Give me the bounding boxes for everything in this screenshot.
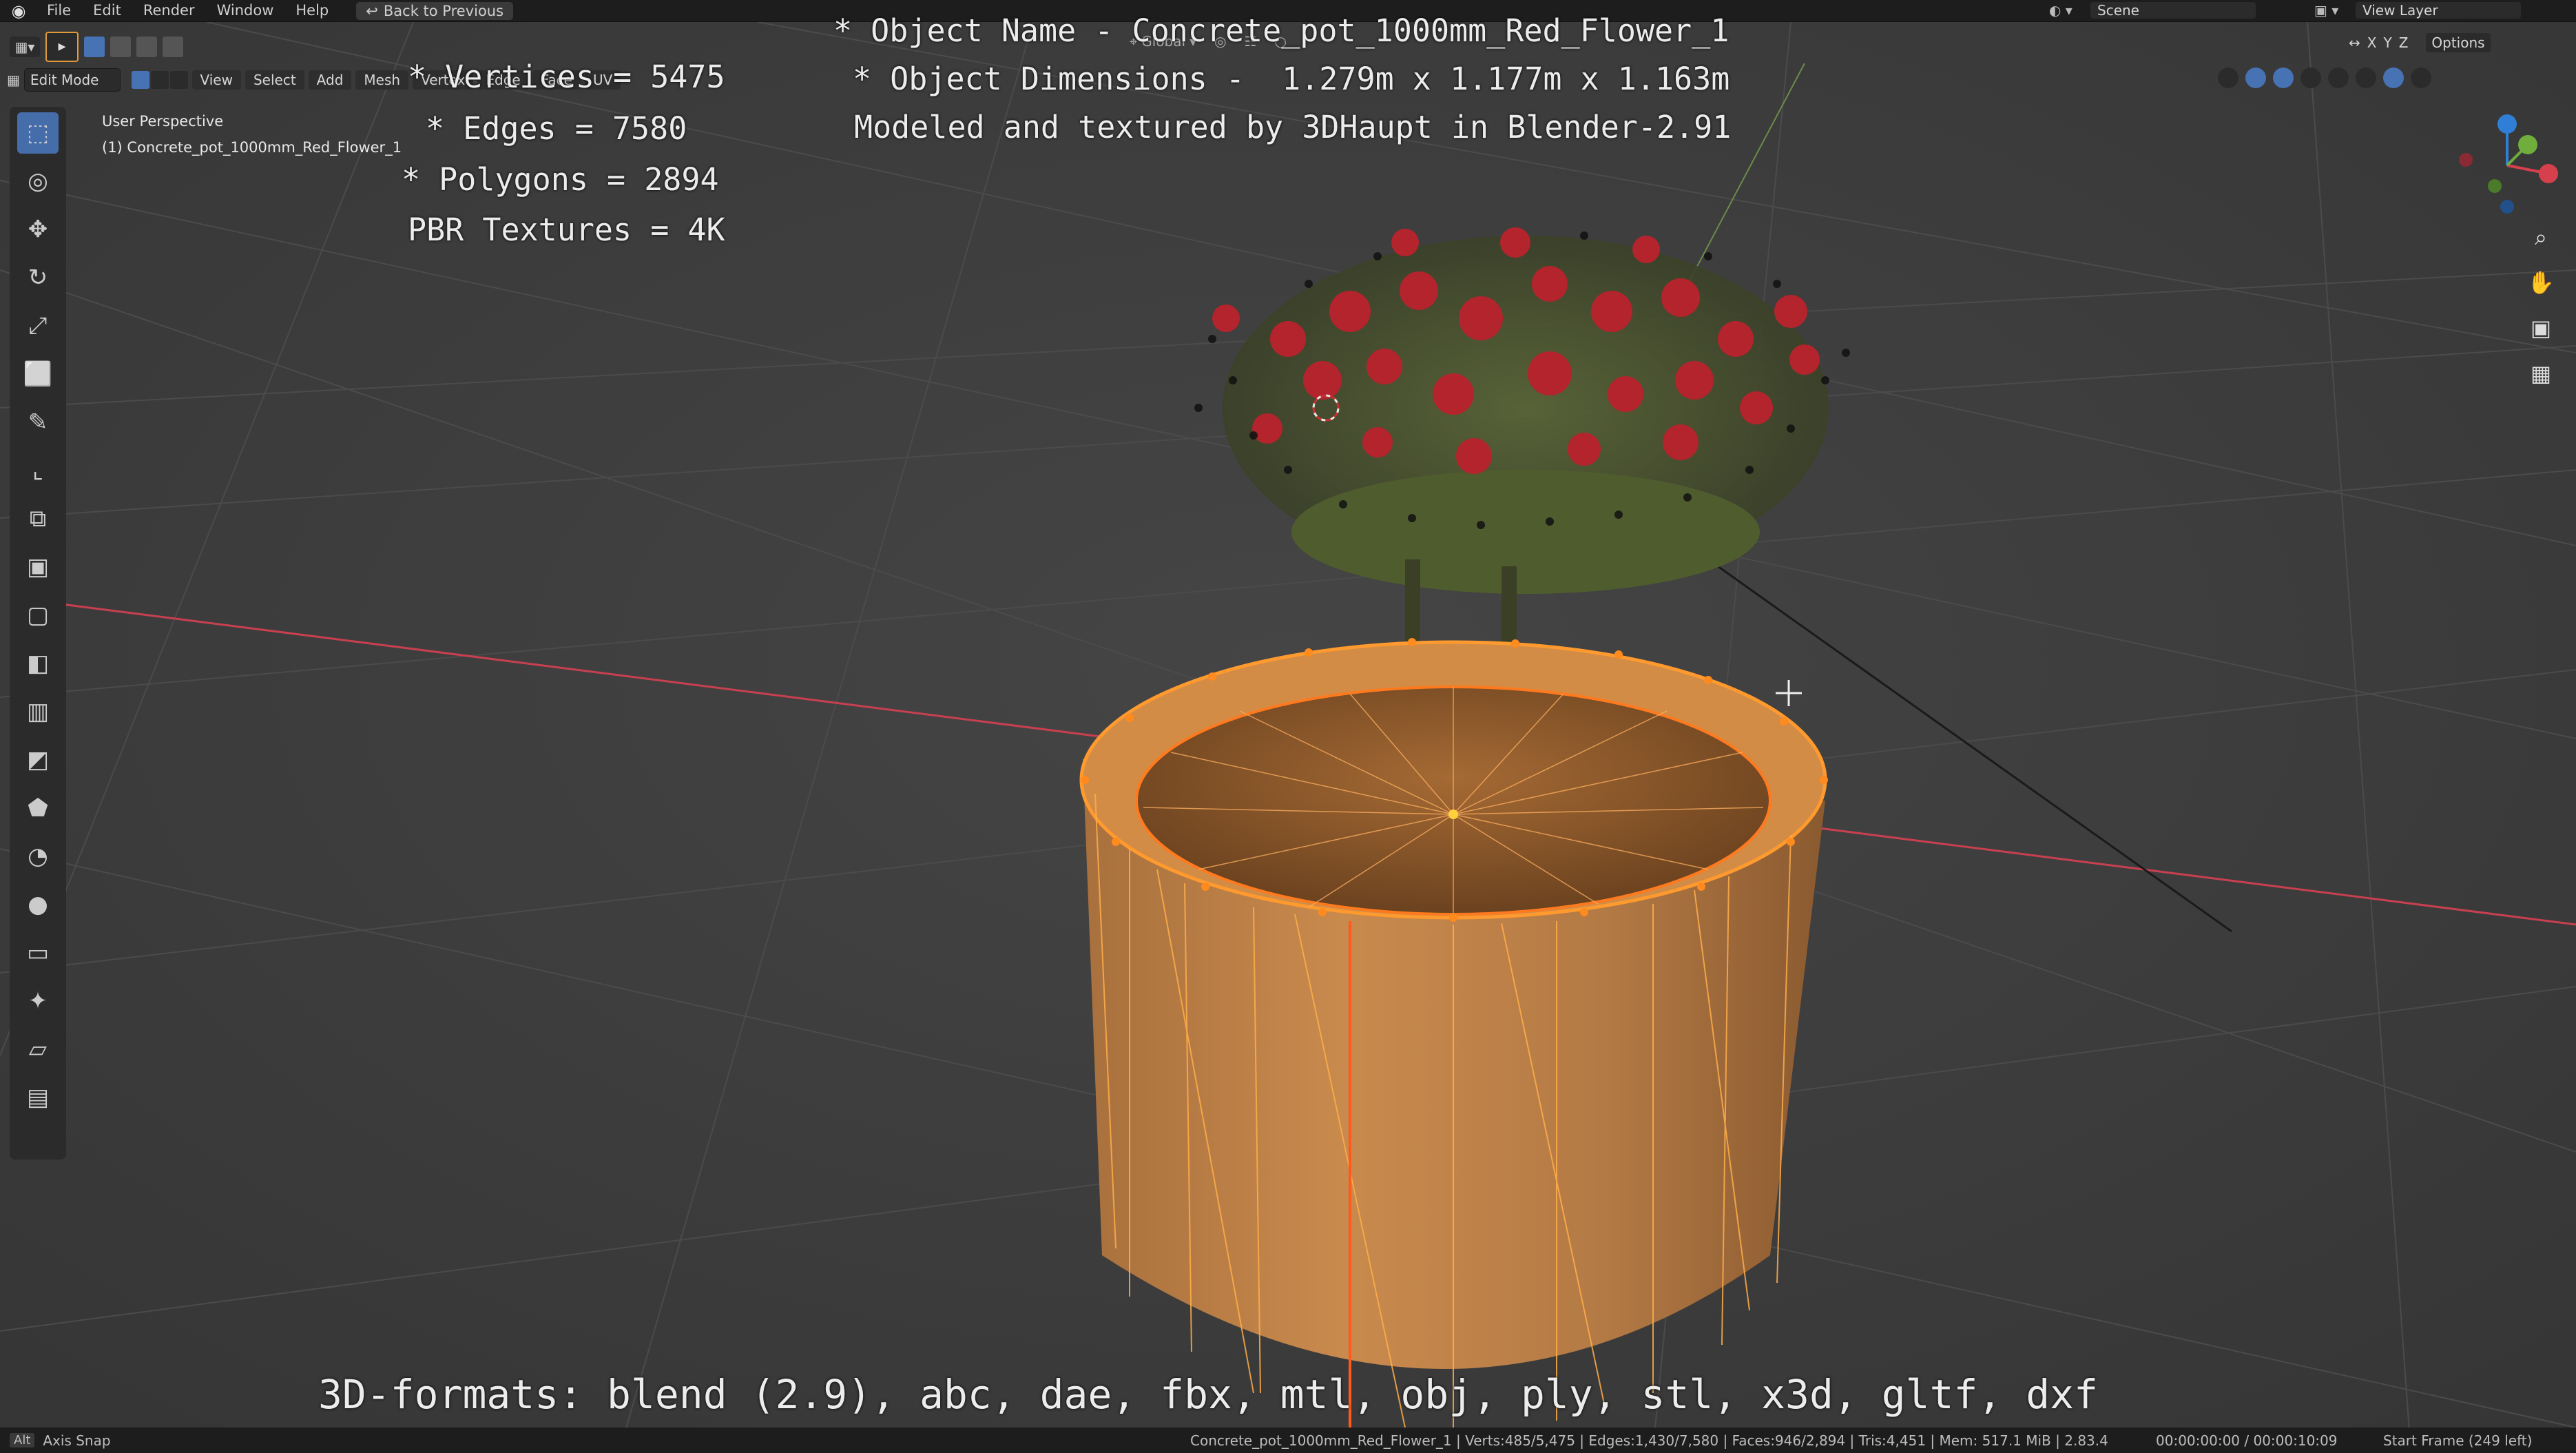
- menu-view[interactable]: View: [191, 70, 241, 90]
- spin-icon[interactable]: ◔: [17, 836, 59, 877]
- overlay-dimensions: * Object Dimensions - 1.279m x 1.177m x …: [853, 61, 1730, 97]
- overlay-polygons: * Polygons = 2894: [402, 161, 719, 198]
- rotate-icon[interactable]: ↻: [17, 257, 59, 298]
- menu-help[interactable]: Help: [284, 0, 340, 21]
- scale-icon[interactable]: ⤢: [17, 305, 59, 347]
- vertex-select-icon[interactable]: [131, 71, 149, 89]
- mode-selector[interactable]: Edit Mode: [23, 68, 121, 92]
- alt-key-badge: Alt: [10, 1433, 35, 1447]
- material-shading-icon[interactable]: [2383, 68, 2404, 88]
- visibility-icon[interactable]: [2218, 68, 2239, 88]
- mirror-icon[interactable]: ↔: [2349, 34, 2360, 51]
- measure-icon[interactable]: ⌞: [17, 450, 59, 491]
- menu-add[interactable]: Add: [308, 70, 352, 90]
- status-frame: Start Frame (249 left): [2383, 1432, 2533, 1449]
- scene-selector[interactable]: Scene: [2090, 2, 2256, 19]
- status-bar: Alt Axis Snap Concrete_pot_1000mm_Red_Fl…: [0, 1428, 2576, 1453]
- transform-icon[interactable]: ⬜: [17, 353, 59, 395]
- select-mode-subtract-icon[interactable]: [136, 37, 157, 57]
- editor-type-icon[interactable]: ▦▾: [10, 37, 40, 57]
- menu-window[interactable]: Window: [206, 0, 285, 21]
- overlay-modeled-by: Modeled and textured by 3DHaupt in Blend…: [854, 109, 1732, 145]
- overlay-edges: * Edges = 7580: [426, 110, 687, 147]
- solid-shading-icon[interactable]: [2356, 68, 2376, 88]
- menu-render[interactable]: Render: [132, 0, 206, 21]
- status-time: 00:00:00:00 / 00:00:10:09: [2156, 1432, 2338, 1449]
- menu-select[interactable]: Select: [245, 70, 304, 90]
- select-mode-new-icon[interactable]: [84, 37, 105, 57]
- overlay-toggle-icon[interactable]: [2273, 68, 2294, 88]
- view-layer-icon[interactable]: ▣ ▾: [2314, 1, 2349, 19]
- select-mode-extend-icon[interactable]: [110, 37, 131, 57]
- mode-icon: ▦: [7, 72, 20, 88]
- inset-icon[interactable]: ▢: [17, 595, 59, 636]
- view-layer-selector[interactable]: View Layer: [2356, 2, 2521, 19]
- edge-slide-icon[interactable]: ▭: [17, 932, 59, 973]
- tool-shelf: ⬚ ◎ ✥ ↻ ⤢ ⬜ ✎ ⌞ ⧉ ▣ ▢ ◧ ▥ ◩ ⬟ ◔ ● ▭ ✦ ▱ …: [10, 107, 66, 1160]
- shrink-fatten-icon[interactable]: ✦: [17, 980, 59, 1022]
- rip-icon[interactable]: ▤: [17, 1077, 59, 1118]
- blender-logo-icon[interactable]: ◉: [8, 1, 29, 21]
- mirror-x-toggle[interactable]: X: [2367, 34, 2377, 51]
- options-button[interactable]: Options: [2426, 33, 2491, 52]
- overlay-formats: 3D-formats: blend (2.9), abc, dae, fbx, …: [318, 1371, 2099, 1418]
- menu-file[interactable]: File: [36, 0, 82, 21]
- scene-icon[interactable]: ◐ ▾: [2049, 1, 2084, 19]
- status-hint: Axis Snap: [43, 1432, 111, 1449]
- camera-icon[interactable]: ▣: [2524, 311, 2557, 344]
- active-object-label: (1) Concrete_pot_1000mm_Red_Flower_1: [102, 139, 402, 156]
- select-tool-icon[interactable]: ▸: [45, 32, 79, 62]
- zoom-icon[interactable]: ⌕: [2524, 220, 2557, 254]
- navigation-gizmo[interactable]: [2452, 110, 2562, 220]
- select-mode-toggles: [131, 71, 188, 89]
- loop-cut-icon[interactable]: ▥: [17, 691, 59, 732]
- cursor-icon[interactable]: ◎: [17, 161, 59, 202]
- add-cube-icon[interactable]: ⧉: [17, 498, 59, 539]
- rendered-shading-icon[interactable]: [2411, 68, 2431, 88]
- wireframe-shading-icon[interactable]: [2328, 68, 2349, 88]
- overlay-vertices: * Vertices = 5475: [408, 59, 725, 95]
- pan-hand-icon[interactable]: ✋: [2524, 266, 2557, 299]
- menu-edit[interactable]: Edit: [82, 0, 132, 21]
- shear-icon[interactable]: ▱: [17, 1029, 59, 1070]
- select-mode-intersect-icon[interactable]: [163, 37, 183, 57]
- smooth-icon[interactable]: ●: [17, 884, 59, 925]
- mirror-y-toggle[interactable]: Y: [2383, 34, 2391, 51]
- back-to-previous-button[interactable]: ↩ Back to Previous: [356, 1, 514, 20]
- status-stats: Concrete_pot_1000mm_Red_Flower_1 | Verts…: [1190, 1432, 2108, 1449]
- ortho-grid-icon[interactable]: ▦: [2524, 357, 2557, 390]
- move-icon[interactable]: ✥: [17, 209, 59, 250]
- knife-icon[interactable]: ◩: [17, 739, 59, 781]
- back-icon: ↩: [366, 2, 378, 19]
- edge-select-icon[interactable]: [150, 71, 169, 89]
- overlay-pbr-textures: PBR Textures = 4K: [408, 212, 725, 248]
- overlay-object-name: * Object Name - Concrete_pot_1000mm_Red_…: [833, 12, 1730, 49]
- xray-toggle-icon[interactable]: [2300, 68, 2321, 88]
- annotate-icon[interactable]: ✎: [17, 402, 59, 443]
- extrude-icon[interactable]: ▣: [17, 546, 59, 588]
- menu-mesh[interactable]: Mesh: [355, 70, 409, 90]
- poly-build-icon[interactable]: ⬟: [17, 787, 59, 829]
- face-select-icon[interactable]: [169, 71, 188, 89]
- mirror-z-toggle[interactable]: Z: [2399, 34, 2409, 51]
- back-label: Back to Previous: [383, 2, 504, 19]
- gizmo-toggle-icon[interactable]: [2245, 68, 2266, 88]
- bevel-icon[interactable]: ◧: [17, 643, 59, 684]
- perspective-label: User Perspective: [102, 113, 224, 130]
- viewport-shading-controls: [2218, 68, 2431, 88]
- viewport-nav-buttons: ⌕ ✋ ▣ ▦: [2524, 220, 2557, 390]
- select-box-icon[interactable]: ⬚: [17, 112, 59, 154]
- viewport-canvas[interactable]: [0, 22, 2576, 1450]
